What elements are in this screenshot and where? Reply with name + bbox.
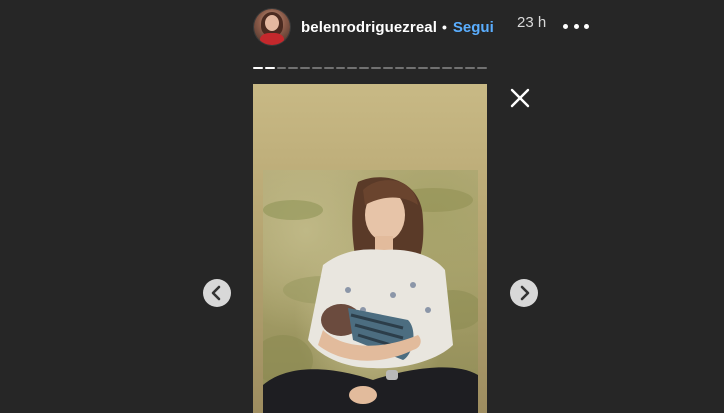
progress-segment: [253, 67, 263, 69]
progress-segment: [323, 67, 334, 69]
avatar[interactable]: [254, 9, 290, 45]
progress-segment: [276, 67, 287, 69]
progress-segment: [311, 67, 322, 69]
story-timestamp: 23 h: [517, 14, 547, 31]
story-header: belenrodriguezreal • Segui: [254, 8, 494, 46]
chevron-right-icon[interactable]: [510, 279, 538, 307]
progress-segment: [418, 67, 428, 69]
progress-segment: [288, 67, 299, 69]
close-icon[interactable]: [509, 87, 531, 109]
username-link[interactable]: belenrodriguezreal: [301, 19, 437, 36]
progress-segment: [406, 67, 417, 69]
progress-segment: [300, 67, 310, 69]
progress-segment: [382, 67, 393, 69]
progress-segment: [335, 67, 346, 69]
progress-segment: [264, 67, 275, 69]
story-photo: [263, 170, 478, 413]
progress-segment: [347, 67, 358, 69]
progress-segment: [359, 67, 369, 69]
progress-segment: [370, 67, 381, 69]
story-frame[interactable]: [253, 84, 487, 413]
progress-segment: [465, 67, 476, 69]
more-horizontal-icon[interactable]: [563, 22, 589, 30]
avatar-dress: [260, 33, 284, 45]
progress-segment: [429, 67, 440, 69]
avatar-face: [265, 15, 279, 31]
separator-dot: •: [442, 19, 447, 35]
progress-segment: [453, 67, 464, 69]
progress-segment: [441, 67, 452, 69]
story-progress-bar: [253, 67, 487, 69]
progress-segment: [394, 67, 405, 69]
follow-button[interactable]: Segui: [453, 19, 494, 36]
progress-segment: [477, 67, 487, 69]
chevron-left-icon[interactable]: [203, 279, 231, 307]
